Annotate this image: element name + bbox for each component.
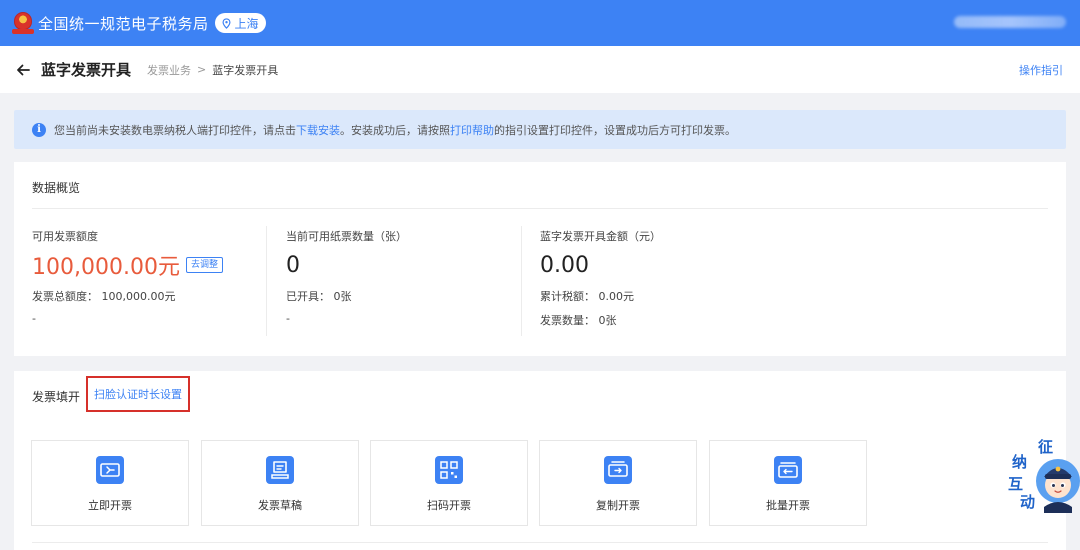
tile-issue-now[interactable]: 立即开票 xyxy=(31,440,189,526)
tile-scan-qr[interactable]: 扫码开票 xyxy=(370,440,528,526)
tile-label: 发票草稿 xyxy=(258,499,302,512)
user-info-blurred[interactable] xyxy=(954,16,1066,28)
mascot-char: 互 xyxy=(1008,475,1023,493)
issue-invoice-icon xyxy=(96,456,124,484)
metric-label: 蓝字发票开具金额（元） xyxy=(540,230,661,243)
location-pin-icon xyxy=(222,17,231,29)
operation-guide-link[interactable]: 操作指引 xyxy=(1019,62,1063,78)
tile-label: 批量开票 xyxy=(766,499,810,512)
top-bar: 全国统一规范电子税务局 上海 xyxy=(0,0,1080,46)
qr-code-icon xyxy=(435,456,463,484)
cumulative-tax-text: 累计税额： 0.00元 xyxy=(540,290,634,303)
mascot-char: 动 xyxy=(1020,493,1035,511)
page-header: 蓝字发票开具 发票业务 > 蓝字发票开具 操作指引 xyxy=(0,46,1080,93)
metric-divider xyxy=(266,226,267,336)
location-selector[interactable]: 上海 xyxy=(214,13,266,33)
print-help-link[interactable]: 打印帮助 xyxy=(450,122,494,138)
invoice-fill-title: 发票填开 xyxy=(32,390,81,404)
metric-value-row: 100,000.00元 去调整 xyxy=(32,251,223,280)
adjust-quota-button[interactable]: 去调整 xyxy=(185,257,223,273)
mascot-char: 纳 xyxy=(1012,453,1027,471)
breadcrumb-item-current: 蓝字发票开具 xyxy=(212,63,279,77)
notice-text-1: 您当前尚未安装数电票纳税人端打印控件，请点击 xyxy=(54,123,296,137)
data-overview-card: 数据概览 可用发票额度 100,000.00元 去调整 发票总额度： 100,0… xyxy=(14,162,1066,356)
notice-text-2: 。安装成功后，请按照 xyxy=(340,123,450,137)
paper-invoice-count-value: 0 xyxy=(286,252,300,278)
divider xyxy=(32,542,1048,543)
copy-invoice-icon xyxy=(604,456,632,484)
invoice-draft-icon xyxy=(266,456,294,484)
invoice-count-text: 发票数量： 0张 xyxy=(540,314,617,327)
tax-emblem-icon xyxy=(12,10,34,36)
tile-label: 扫码开票 xyxy=(427,499,471,512)
breadcrumb-item-invoice-business[interactable]: 发票业务 xyxy=(147,62,191,78)
metric-blue-invoice-amount: 蓝字发票开具金额（元） 0.00 累计税额： 0.00元 发票数量： 0张 xyxy=(540,228,661,338)
tile-invoice-draft[interactable]: 发票草稿 xyxy=(201,440,359,526)
issued-count-text: 已开具： 0张 xyxy=(286,290,352,303)
face-auth-duration-link[interactable]: 扫脸认证时长设置 xyxy=(86,376,190,412)
divider xyxy=(32,208,1048,209)
breadcrumb-separator: > xyxy=(197,63,207,76)
total-quota-text: 发票总额度： 100,000.00元 xyxy=(32,290,176,303)
batch-invoice-icon xyxy=(774,456,802,484)
tile-label: 复制开票 xyxy=(596,499,640,512)
metric-paper-invoice-count: 当前可用纸票数量（张） 0 已开具： 0张 - xyxy=(286,228,407,338)
download-install-link[interactable]: 下载安装 xyxy=(296,122,340,138)
app-title: 全国统一规范电子税务局 xyxy=(38,14,209,33)
tile-batch-invoice[interactable]: 批量开票 xyxy=(709,440,867,526)
metric-divider xyxy=(521,226,522,336)
mascot-char: 征 xyxy=(1038,438,1053,456)
metric-placeholder-dash: - xyxy=(286,312,290,325)
metric-placeholder-dash: - xyxy=(32,312,36,325)
data-overview-title: 数据概览 xyxy=(32,181,81,195)
location-label: 上海 xyxy=(234,16,259,31)
tile-copy-invoice[interactable]: 复制开票 xyxy=(539,440,697,526)
metric-available-quota: 可用发票额度 100,000.00元 去调整 发票总额度： 100,000.00… xyxy=(32,228,223,338)
metric-label: 可用发票额度 xyxy=(32,230,98,243)
notice-text-3: 的指引设置打印控件，设置成功后方可打印发票。 xyxy=(494,123,736,137)
metric-label: 当前可用纸票数量（张） xyxy=(286,230,407,243)
blue-invoice-amount-value: 0.00 xyxy=(540,252,589,278)
tile-label: 立即开票 xyxy=(88,499,132,512)
info-icon: i xyxy=(32,122,46,137)
invoice-fill-card: 发票填开 扫脸认证时长设置 立即开票 发票草稿 扫码开票 复制开票 批量开票 xyxy=(14,371,1066,550)
print-control-notice: i 您当前尚未安装数电票纳税人端打印控件，请点击 下载安装 。安装成功后，请按照 打印… xyxy=(14,110,1066,149)
available-quota-value: 100,000.00元 xyxy=(32,255,180,280)
service-mascot-icon[interactable]: 征 纳 互 动 xyxy=(1004,437,1080,513)
page-title: 蓝字发票开具 xyxy=(41,61,132,79)
back-arrow-icon[interactable] xyxy=(16,63,30,77)
